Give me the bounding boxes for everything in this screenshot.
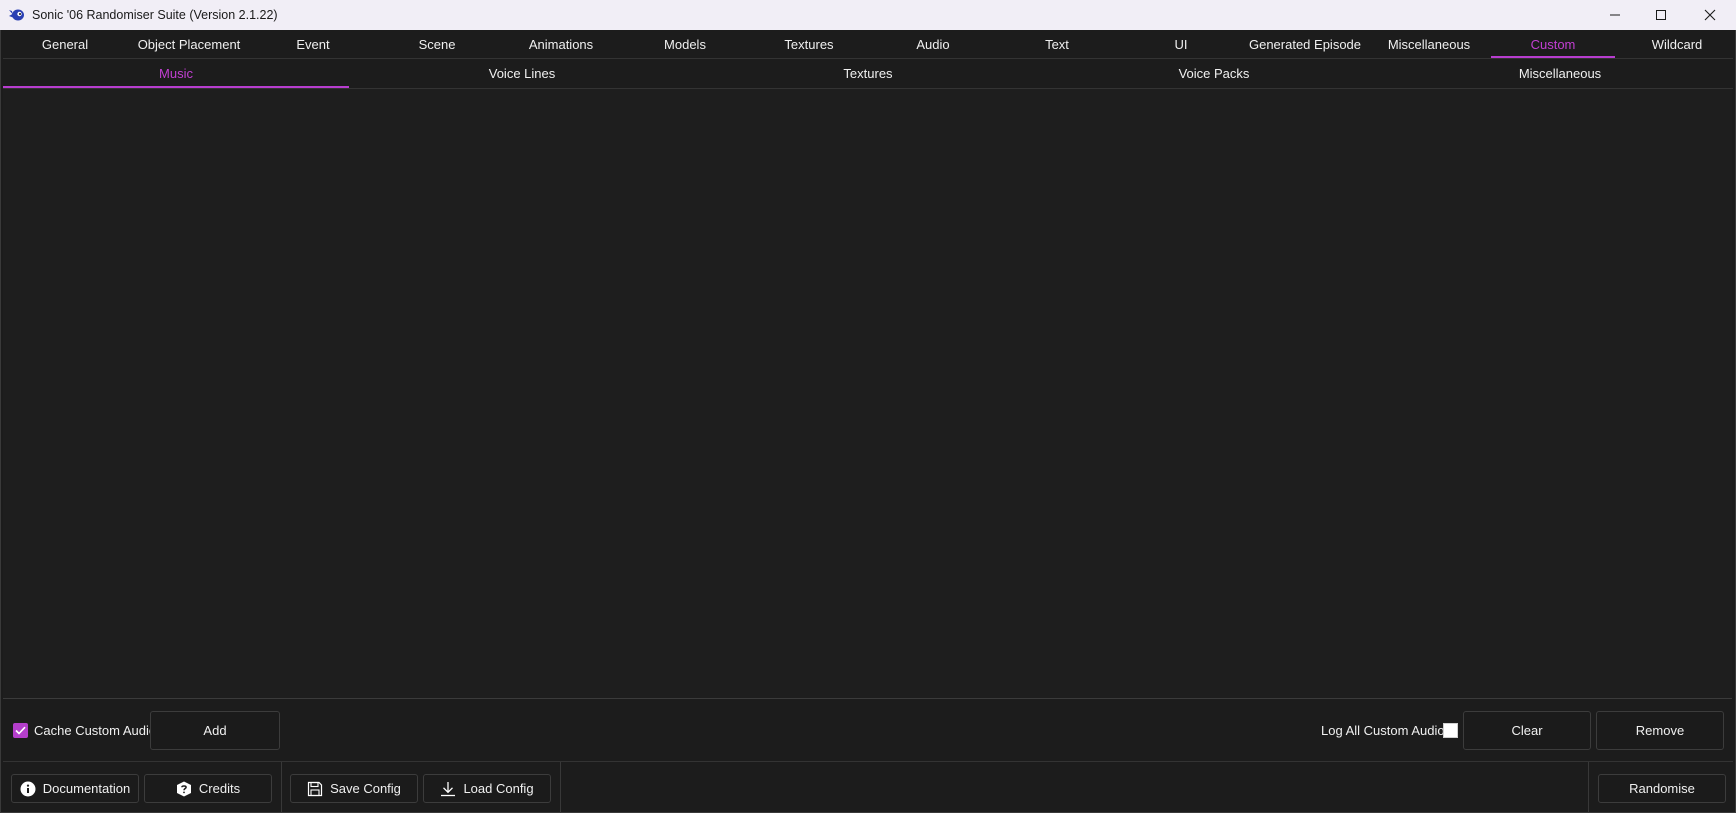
close-icon [1704,9,1716,21]
tab-wildcard[interactable]: Wildcard [1615,30,1736,58]
window-controls [1592,0,1736,30]
cache-custom-audio-checkbox[interactable] [13,723,28,738]
credits-label: Credits [198,781,241,796]
load-config-label: Load Config [463,781,534,796]
load-config-button[interactable]: Load Config [423,774,551,803]
subtab-music[interactable]: Music [3,59,349,88]
tab-textures[interactable]: Textures [747,30,871,58]
maximize-icon [1656,10,1666,20]
sub-tab-bar: Music Voice Lines Textures Voice Packs M… [3,59,1733,89]
maximize-button[interactable] [1638,0,1684,30]
cache-custom-audio-label: Cache Custom Audio [34,723,157,738]
main-tab-bar: General Object Placement Event Scene Ani… [3,30,1733,59]
remove-button[interactable]: Remove [1596,711,1724,750]
credits-button[interactable]: Credits [144,774,272,803]
bottom-separator [1588,762,1589,813]
bottom-separator [281,762,282,813]
subtab-voice-lines[interactable]: Voice Lines [349,59,695,88]
tab-miscellaneous[interactable]: Miscellaneous [1367,30,1491,58]
close-button[interactable] [1684,0,1736,30]
log-all-custom-audio-label: Log All Custom Audio [1321,723,1445,738]
tab-object-placement[interactable]: Object Placement [127,30,251,58]
save-icon [307,781,323,797]
tab-scene[interactable]: Scene [375,30,499,58]
documentation-label: Documentation [42,781,131,796]
subtab-textures[interactable]: Textures [695,59,1041,88]
minimize-icon [1610,14,1620,16]
log-all-custom-audio-checkbox[interactable] [1443,723,1458,738]
title-bar[interactable]: Sonic '06 Randomiser Suite (Version 2.1.… [0,0,1736,30]
subtab-voice-packs[interactable]: Voice Packs [1041,59,1387,88]
clear-button[interactable]: Clear [1463,711,1591,750]
save-config-button[interactable]: Save Config [290,774,418,803]
window-title: Sonic '06 Randomiser Suite (Version 2.1.… [32,8,278,22]
tab-generated-episode[interactable]: Generated Episode [1243,30,1367,58]
action-row: Cache Custom Audio Add Log All Custom Au… [3,699,1733,761]
tab-text[interactable]: Text [995,30,1119,58]
checkmark-icon [15,726,26,735]
randomise-button[interactable]: Randomise [1598,774,1726,803]
info-icon [20,781,36,797]
tab-ui[interactable]: UI [1119,30,1243,58]
tab-audio[interactable]: Audio [871,30,995,58]
custom-music-list[interactable] [3,89,1732,699]
bottom-separator [560,762,561,813]
tab-custom[interactable]: Custom [1491,30,1615,58]
minimize-button[interactable] [1592,0,1638,30]
documentation-button[interactable]: Documentation [11,774,139,803]
bottom-bar: Documentation Credits Save Config Load C… [3,761,1733,813]
sonic-app-icon [9,7,25,23]
tab-models[interactable]: Models [623,30,747,58]
tab-general[interactable]: General [3,30,127,58]
help-shield-icon [176,781,192,797]
save-config-label: Save Config [330,781,401,796]
add-button[interactable]: Add [150,711,280,750]
subtab-miscellaneous[interactable]: Miscellaneous [1387,59,1733,88]
download-icon [440,781,456,797]
tab-event[interactable]: Event [251,30,375,58]
tab-animations[interactable]: Animations [499,30,623,58]
